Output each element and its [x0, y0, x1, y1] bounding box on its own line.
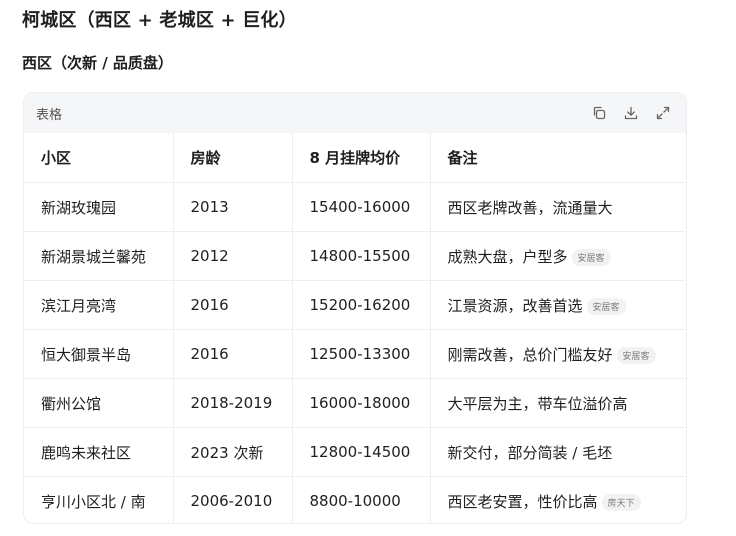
cell-note: 江景资源，改善首选 安居客	[430, 280, 686, 330]
table-row: 亨川小区北 / 南 2006-2010 8800-10000 西区老安置，性价比…	[24, 476, 686, 524]
cell-community: 衢州公馆	[24, 378, 174, 428]
cell-note: 西区老牌改善，流通量大	[430, 182, 686, 232]
table-row: 鹿鸣未来社区 2023 次新 12800-14500 新交付，部分简装 / 毛坯	[24, 427, 686, 477]
column-header-price: 8 月挂牌均价	[292, 133, 431, 183]
cell-community: 恒大御景半岛	[24, 329, 174, 379]
cell-age: 2016	[173, 280, 293, 330]
cell-note: 大平层为主，带车位溢价高	[430, 378, 686, 428]
cell-community: 鹿鸣未来社区	[24, 427, 174, 477]
source-tag[interactable]: 房天下	[601, 493, 641, 511]
cell-age: 2013	[173, 182, 293, 232]
copy-icon[interactable]	[590, 104, 608, 122]
cell-note: 刚需改善，总价门槛友好 安居客	[430, 329, 686, 379]
section-heading: 柯城区（西区 + 老城区 + 巨化）	[22, 10, 297, 31]
cell-age: 2012	[173, 231, 293, 281]
table-row: 恒大御景半岛 2016 12500-13300 刚需改善，总价门槛友好 安居客	[24, 329, 686, 379]
cell-note: 成熟大盘，户型多 安居客	[430, 231, 686, 281]
cell-note: 西区老安置，性价比高 房天下	[430, 477, 686, 524]
note-text: 大平层为主，带车位溢价高	[447, 394, 628, 413]
download-icon[interactable]	[622, 104, 640, 122]
note-text: 刚需改善，总价门槛友好	[447, 345, 613, 364]
table-header-row: 小区 房龄 8 月挂牌均价 备注	[24, 133, 686, 183]
note-text: 江景资源，改善首选	[447, 296, 583, 315]
table-card: 表格 小区 房龄 8 月挂牌均价 备注 新湖玫瑰园 2013 15400-160…	[23, 92, 687, 524]
source-tag[interactable]: 安居客	[571, 248, 611, 266]
note-text: 西区老牌改善，流通量大	[447, 198, 613, 217]
table-row: 滨江月亮湾 2016 15200-16200 江景资源，改善首选 安居客	[24, 280, 686, 330]
column-header-note: 备注	[430, 133, 686, 183]
cell-age: 2018-2019	[173, 378, 293, 428]
table-card-header: 表格	[24, 93, 686, 133]
table-row: 新湖玫瑰园 2013 15400-16000 西区老牌改善，流通量大	[24, 182, 686, 232]
cell-price: 12500-13300	[292, 329, 431, 379]
cell-community: 亨川小区北 / 南	[24, 476, 174, 523]
cell-age: 2016	[173, 329, 293, 379]
column-header-community: 小区	[24, 133, 174, 183]
cell-community: 滨江月亮湾	[24, 280, 174, 330]
cell-price: 14800-15500	[292, 231, 431, 281]
cell-price: 16000-18000	[292, 378, 431, 428]
note-text: 新交付，部分简装 / 毛坯	[447, 443, 613, 462]
column-header-age: 房龄	[173, 133, 293, 183]
table-toolbar	[590, 104, 672, 122]
note-text: 西区老安置，性价比高	[447, 492, 598, 511]
cell-price: 15400-16000	[292, 182, 431, 232]
subsection-heading: 西区（次新 / 品质盘）	[22, 54, 173, 72]
cell-note: 新交付，部分简装 / 毛坯	[430, 427, 686, 477]
expand-icon[interactable]	[654, 104, 672, 122]
data-table: 小区 房龄 8 月挂牌均价 备注 新湖玫瑰园 2013 15400-16000 …	[24, 133, 686, 524]
cell-price: 12800-14500	[292, 427, 431, 477]
source-tag[interactable]: 安居客	[586, 297, 626, 315]
table-row: 衢州公馆 2018-2019 16000-18000 大平层为主，带车位溢价高	[24, 378, 686, 428]
note-text: 成熟大盘，户型多	[447, 247, 568, 266]
cell-age: 2006-2010	[173, 476, 293, 523]
source-tag[interactable]: 安居客	[616, 346, 656, 364]
cell-age: 2023 次新	[173, 427, 293, 477]
cell-community: 新湖玫瑰园	[24, 182, 174, 232]
cell-price: 8800-10000	[292, 476, 431, 523]
table-card-title: 表格	[36, 107, 63, 123]
cell-community: 新湖景城兰馨苑	[24, 231, 174, 281]
table-row: 新湖景城兰馨苑 2012 14800-15500 成熟大盘，户型多 安居客	[24, 231, 686, 281]
cell-price: 15200-16200	[292, 280, 431, 330]
